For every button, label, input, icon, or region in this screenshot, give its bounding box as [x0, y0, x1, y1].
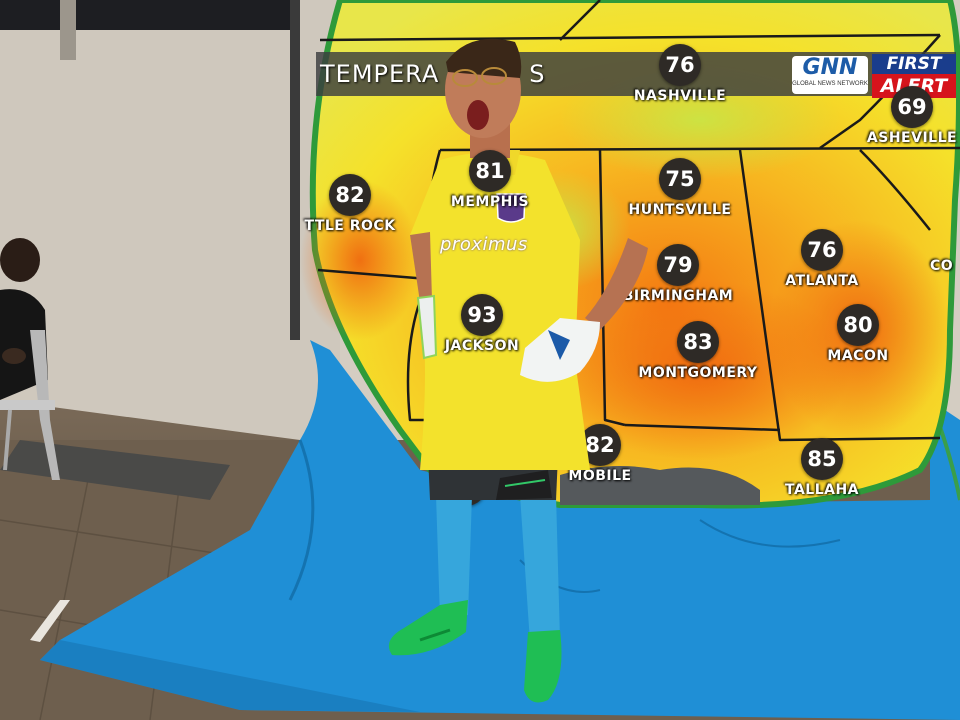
- city-name: MEMPHIS: [450, 194, 530, 210]
- temp-bubble: 81: [469, 150, 511, 192]
- temp-bubble: 93: [461, 294, 503, 336]
- jersey-sponsor-text: proximus: [440, 234, 528, 255]
- city-marker-jackson: 93 JACKSON: [412, 294, 552, 354]
- city-name: JACKSON: [444, 338, 520, 354]
- city-marker-memphis: 81 MEMPHIS: [420, 150, 560, 210]
- goalkeeper-figure: [388, 38, 648, 703]
